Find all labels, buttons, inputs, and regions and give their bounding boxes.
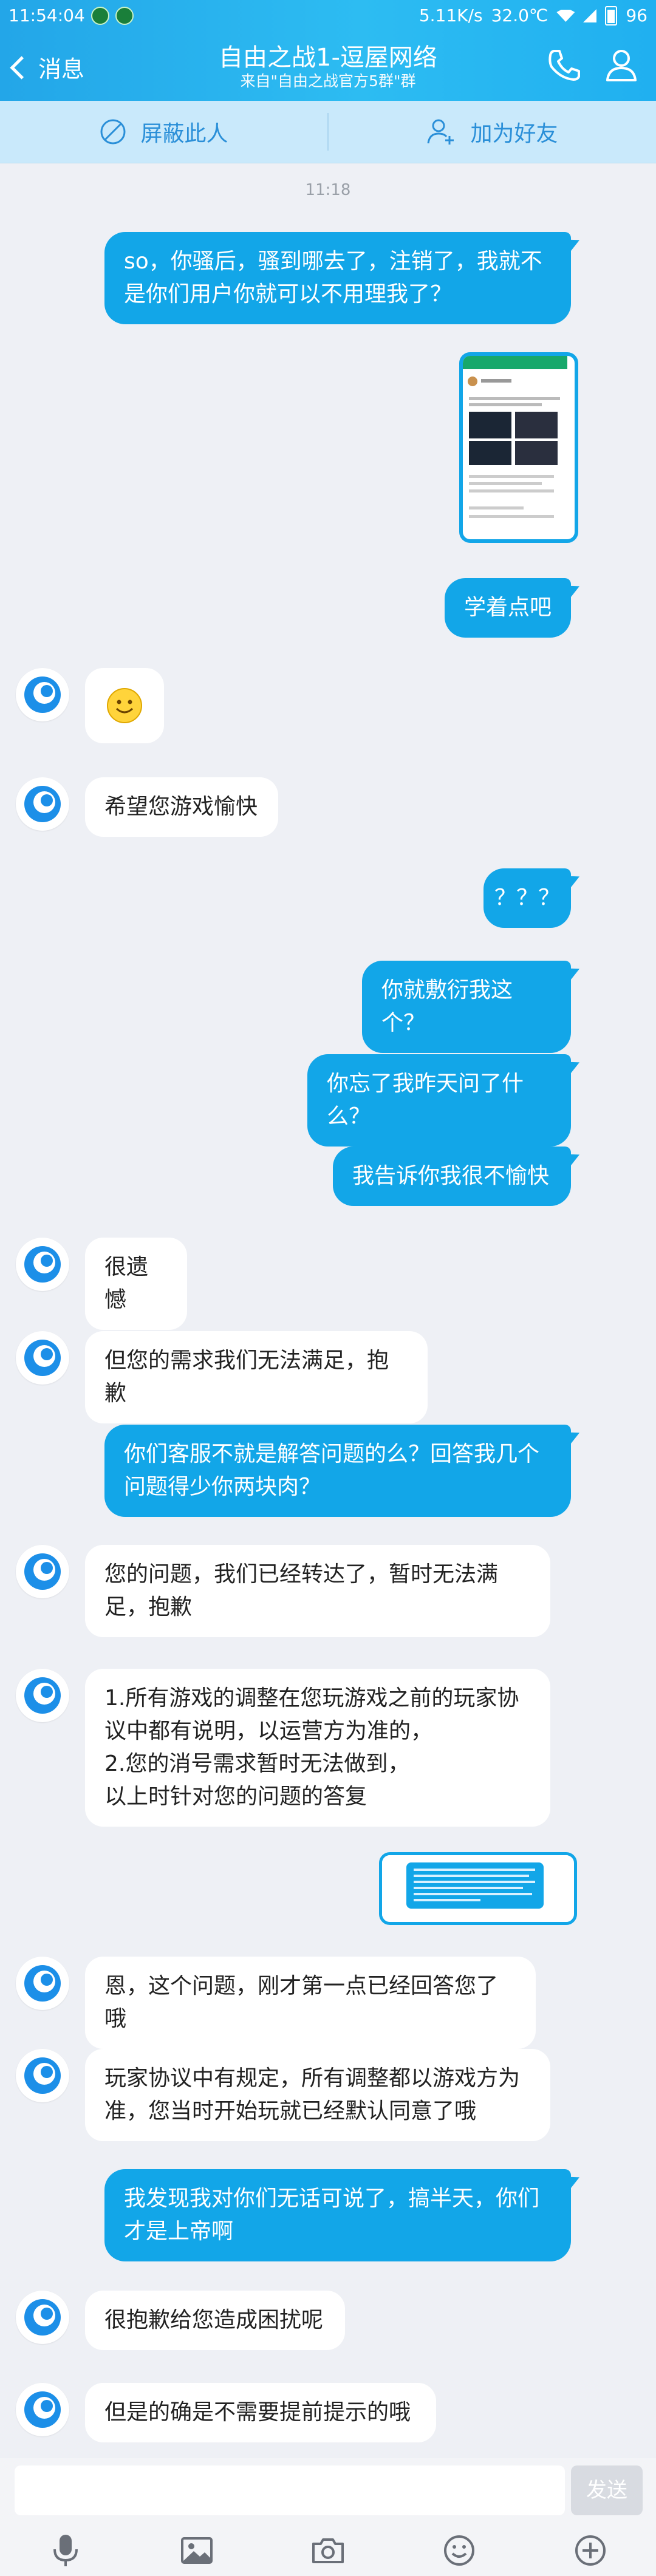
message-bubble-received[interactable]: 但是的确是不需要提前提示的哦	[85, 2383, 436, 2442]
status-bar: 11:54:04 5.11K/s 32.0℃ 96	[0, 0, 656, 32]
add-friend-label: 加为好友	[470, 121, 558, 146]
smile-emoji-icon	[107, 688, 142, 723]
message-bubble-received[interactable]: 恩，这个问题，刚才第一点已经回答您了哦	[85, 1957, 536, 2049]
message-bubble-received[interactable]: 但您的需求我们无法满足，抱歉	[85, 1331, 428, 1423]
bot-avatar-icon	[24, 2299, 61, 2336]
message-bubble-received[interactable]: 希望您游戏愉快	[85, 777, 278, 837]
network-speed: 5.11K/s	[419, 5, 483, 26]
smiley-icon	[444, 2535, 474, 2566]
add-friend-icon	[427, 119, 454, 145]
message-bubble-sent[interactable]: 我告诉你我很不愉快	[333, 1147, 571, 1206]
chevron-left-icon	[10, 55, 33, 80]
send-button[interactable]: 发送	[571, 2465, 643, 2515]
phone-icon	[548, 50, 580, 81]
screenshot-thumbnail	[463, 356, 567, 532]
bot-avatar-icon	[24, 1340, 61, 1376]
chat-title: 自由之战1-逗屋网络	[219, 44, 437, 72]
bot-avatar-icon	[24, 1246, 61, 1283]
camera-button[interactable]	[310, 2532, 346, 2569]
avatar[interactable]	[16, 777, 69, 831]
input-toolbar	[0, 2525, 656, 2576]
person-icon	[606, 50, 637, 81]
avatar[interactable]	[16, 1238, 69, 1291]
top-bar: 11:54:04 5.11K/s 32.0℃ 96 消息 自由之战1-逗屋网络 …	[0, 0, 656, 101]
signal-icon	[583, 9, 597, 22]
camera-icon	[312, 2538, 344, 2563]
block-label: 屏蔽此人	[140, 121, 228, 146]
avatar[interactable]	[16, 1669, 69, 1722]
status-time: 11:54:04	[9, 5, 85, 26]
block-user-button[interactable]: 屏蔽此人	[0, 101, 327, 163]
screenshot-thumbnail	[382, 1855, 568, 1916]
message-bubble-sent[interactable]: 你忘了我昨天问了什么？	[307, 1054, 571, 1147]
message-bubble-sent[interactable]: 你就敷衍我这个？	[362, 961, 571, 1053]
app-notification-icon	[91, 7, 109, 25]
back-label: 消息	[38, 55, 85, 83]
bot-avatar-icon	[24, 1965, 61, 2002]
avatar[interactable]	[16, 668, 69, 721]
chat-timestamp: 11:18	[305, 181, 351, 199]
message-bubble-received[interactable]: 您的问题，我们已经转达了，暂时无法满足，抱歉	[85, 1545, 550, 1637]
avatar[interactable]	[16, 1957, 69, 2010]
message-bubble-received[interactable]: 玩家协议中有规定，所有调整都以游戏方为准，您当时开始玩就已经默认同意了哦	[85, 2049, 550, 2141]
message-input[interactable]	[15, 2465, 565, 2515]
message-bubble-sent[interactable]: 我发现我对你们无话可说了，搞半天，你们才是上帝啊	[104, 2169, 571, 2261]
picture-icon	[181, 2537, 213, 2564]
phone-button[interactable]	[544, 45, 584, 85]
microphone-icon	[53, 2535, 78, 2566]
more-button[interactable]	[572, 2532, 609, 2569]
bot-avatar-icon	[24, 2391, 61, 2428]
message-bubble-received[interactable]: 很遗憾	[85, 1238, 187, 1330]
chat-area[interactable]: 11:18 so，你骚后，骚到哪去了，注销了，我就不是你们用户你就可以不用理我了…	[0, 163, 656, 2464]
bot-avatar-icon	[24, 786, 61, 822]
message-bubble-received[interactable]: 很抱歉给您造成困扰呢	[85, 2291, 345, 2350]
message-bubble-sent[interactable]: so，你骚后，骚到哪去了，注销了，我就不是你们用户你就可以不用理我了？	[104, 232, 571, 324]
image-message[interactable]	[379, 1852, 577, 1925]
bot-avatar-icon	[24, 2057, 61, 2094]
battery-level: 96	[626, 5, 647, 26]
avatar[interactable]	[16, 2049, 69, 2102]
message-bubble-sent[interactable]: ？？？	[483, 868, 571, 928]
avatar[interactable]	[16, 1545, 69, 1598]
message-bubble-sent[interactable]: 学着点吧	[445, 578, 571, 638]
image-button[interactable]	[179, 2532, 215, 2569]
bot-avatar-icon	[24, 676, 61, 713]
avatar[interactable]	[16, 2291, 69, 2344]
avatar[interactable]	[16, 2383, 69, 2436]
profile-button[interactable]	[601, 45, 641, 85]
temperature: 32.0℃	[491, 5, 548, 26]
plus-circle-icon	[575, 2535, 606, 2566]
battery-icon	[605, 6, 618, 26]
avatar[interactable]	[16, 1331, 69, 1385]
action-bar: 屏蔽此人 加为好友	[0, 101, 656, 163]
back-button[interactable]: 消息	[10, 49, 85, 85]
bot-avatar-icon	[24, 1677, 61, 1714]
app-notification-icon	[115, 7, 134, 25]
image-message[interactable]	[459, 352, 578, 543]
bot-avatar-icon	[24, 1553, 61, 1590]
block-icon	[100, 119, 126, 145]
input-bar: 发送	[0, 2458, 656, 2525]
add-friend-button[interactable]: 加为好友	[329, 101, 656, 163]
voice-button[interactable]	[47, 2532, 84, 2569]
wifi-icon	[556, 10, 575, 22]
message-bubble-sent[interactable]: 你们客服不就是解答问题的么？回答我几个问题得少你两块肉？	[104, 1425, 571, 1517]
message-bubble-received[interactable]	[85, 668, 164, 743]
emoji-button[interactable]	[441, 2532, 477, 2569]
message-bubble-received[interactable]: 1.所有游戏的调整在您玩游戏之前的玩家协议中都有说明，以运营方为准的， 2.您的…	[85, 1669, 550, 1827]
chat-subtitle: 来自"自由之战官方5群"群	[240, 72, 416, 90]
